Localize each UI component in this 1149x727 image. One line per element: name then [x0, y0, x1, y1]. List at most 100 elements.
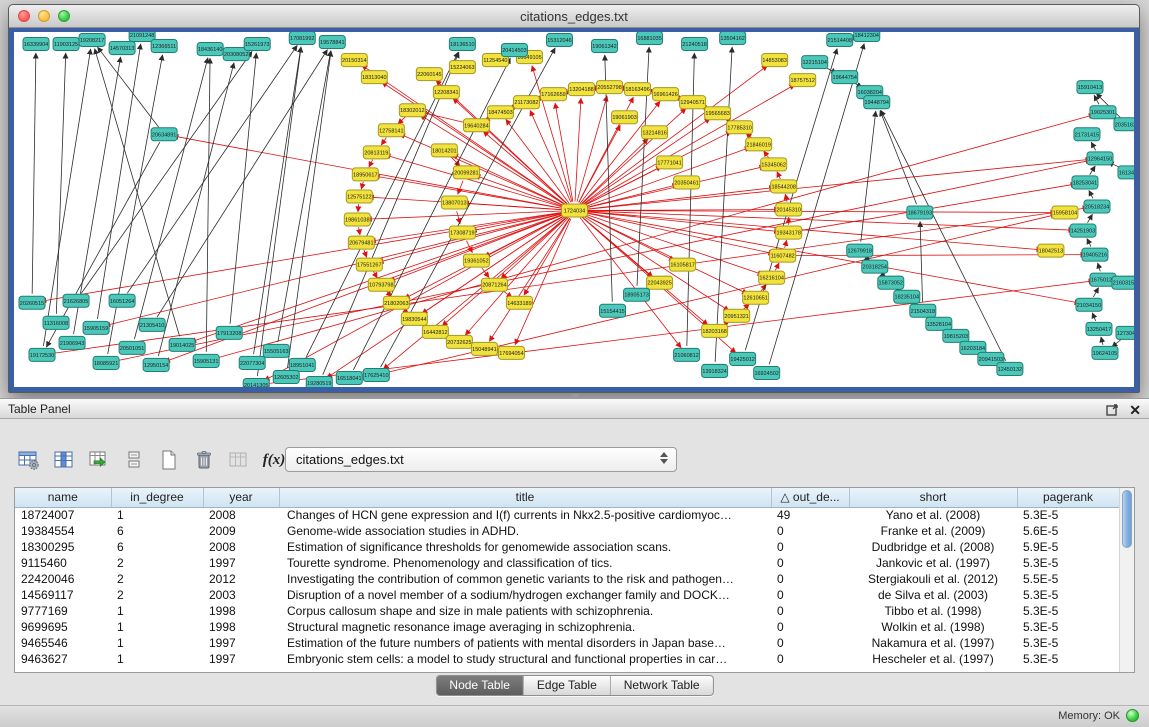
graph-node[interactable]: 15261973 [244, 38, 270, 51]
graph-node[interactable]: 21173082 [513, 96, 539, 109]
graph-node[interactable]: 21034150 [1076, 298, 1102, 311]
table-cell[interactable]: de Silva et al. (2003) [849, 587, 1017, 603]
graph-node[interactable]: 15224063 [449, 61, 475, 74]
table-row[interactable]: 977716911998Corpus callosum shape and si… [15, 603, 1119, 619]
table-cell[interactable]: 0 [771, 587, 849, 603]
graph-node[interactable]: 13918324 [702, 364, 728, 377]
table-cell[interactable]: 0 [771, 523, 849, 539]
graph-node[interactable]: 17081992 [289, 32, 315, 45]
graph-node[interactable]: 18757512 [790, 74, 816, 87]
graph-node[interactable]: 13504162 [720, 32, 746, 45]
graph-node[interactable]: 22060145 [416, 68, 442, 81]
table-cell[interactable]: 0 [771, 619, 849, 635]
graph-node[interactable]: 10793798 [368, 278, 394, 291]
graph-node[interactable]: 21731415 [1074, 128, 1100, 141]
graph-node[interactable]: 15873052 [878, 276, 904, 289]
table-cell[interactable]: Dudbridge et al. (2008) [849, 539, 1017, 555]
network-canvas[interactable]: 1724034183020121275814120813119189506171… [14, 32, 1134, 387]
graph-node[interactable]: 18951041 [289, 358, 315, 371]
table-cell[interactable]: 9463627 [15, 651, 111, 667]
graph-node[interactable]: 20951321 [724, 309, 750, 322]
graph-node[interactable]: 1724034 [561, 204, 587, 217]
graph-node[interactable]: 15905131 [193, 354, 219, 367]
graph-node[interactable]: 11316008 [43, 316, 69, 329]
table-cell[interactable]: 1997 [203, 555, 279, 571]
graph-node[interactable]: 20414503 [501, 44, 527, 57]
graph-node[interactable]: 19425012 [730, 352, 756, 365]
table-cell[interactable]: Investigating the contribution of common… [279, 571, 771, 587]
table-cell[interactable]: Disruption of a novel member of a sodium… [279, 587, 771, 603]
table-cell[interactable]: 2008 [203, 507, 279, 523]
graph-node[interactable]: 19061342 [592, 40, 618, 53]
table-cell[interactable]: 5.3E-5 [1017, 507, 1119, 523]
table-cell[interactable]: 0 [771, 603, 849, 619]
table-cell[interactable]: 14569117 [15, 587, 111, 603]
table-row[interactable]: 1830029562008Estimation of significance … [15, 539, 1119, 555]
graph-node[interactable]: 19361052 [463, 254, 489, 267]
graph-node[interactable]: 19061903 [612, 111, 638, 124]
table-cell[interactable]: 18724007 [15, 507, 111, 523]
tab-edge-table[interactable]: Edge Table [523, 676, 610, 695]
table-cell[interactable]: 1997 [203, 635, 279, 651]
graph-node[interactable]: 14251903 [1070, 224, 1096, 237]
table-cell[interactable]: Tourette syndrome. Phenomenology and cla… [279, 555, 771, 571]
table-cell[interactable]: 2 [111, 571, 203, 587]
table-cell[interactable]: Franke et al. (2009) [849, 523, 1017, 539]
graph-node[interactable]: 20351624 [1114, 118, 1134, 131]
graph-node[interactable]: 16961426 [653, 88, 679, 101]
graph-node[interactable]: 15154415 [600, 304, 626, 317]
table-row[interactable]: 1872400712008Changes of HCN gene express… [15, 507, 1119, 523]
table-row[interactable]: 946362711997Embryonic stem cells: a mode… [15, 651, 1119, 667]
graph-node[interactable]: 18042513 [1038, 244, 1064, 257]
memory-indicator-icon[interactable] [1126, 709, 1139, 722]
table-cell[interactable]: 1 [111, 603, 203, 619]
table-cell[interactable]: 5.3E-5 [1017, 587, 1119, 603]
table-cell[interactable]: 1 [111, 507, 203, 523]
graph-node[interactable]: 18436140 [197, 43, 223, 56]
graph-node[interactable]: 18253041 [1072, 176, 1098, 189]
delete-column-button[interactable] [191, 446, 217, 474]
graph-node[interactable]: 21906943 [59, 336, 85, 349]
table-cell[interactable]: 0 [771, 555, 849, 571]
table-row[interactable]: 911546021997Tourette syndrome. Phenomeno… [15, 555, 1119, 571]
graph-node[interactable]: 14570313 [109, 42, 135, 55]
table-cell[interactable]: Structural magnetic resonance image aver… [279, 619, 771, 635]
graph-node[interactable]: 20099281 [453, 166, 479, 179]
table-cell[interactable]: 6 [111, 523, 203, 539]
graph-node[interactable]: 19172530 [29, 348, 55, 361]
graph-node[interactable]: 19644754 [832, 71, 858, 84]
graph-node[interactable]: 20552798 [597, 81, 623, 94]
column-header[interactable]: △ out_de... [771, 488, 849, 507]
table-cell[interactable]: 2009 [203, 523, 279, 539]
table-cell[interactable]: Jankovic et al. (1997) [849, 555, 1017, 571]
graph-node[interactable]: 19014025 [169, 338, 195, 351]
network-table-select[interactable]: citations_edges.txt [285, 447, 677, 472]
table-disabled-button[interactable] [226, 446, 252, 474]
column-header[interactable]: name [15, 488, 111, 507]
graph-node[interactable]: 20518234 [1084, 200, 1110, 213]
row-options-button[interactable] [121, 446, 147, 474]
graph-node[interactable]: 18950617 [352, 168, 378, 181]
graph-node[interactable]: 22077304 [239, 356, 265, 369]
table-cell[interactable]: 5.3E-5 [1017, 555, 1119, 571]
graph-node[interactable]: 17694054 [498, 346, 524, 359]
graph-node[interactable]: 19815203 [943, 329, 969, 342]
graph-node[interactable]: 20501051 [119, 341, 145, 354]
table-cell[interactable]: 2003 [203, 587, 279, 603]
table-cell[interactable]: Embryonic stem cells: a model to study s… [279, 651, 771, 667]
table-cell[interactable]: 0 [771, 571, 849, 587]
graph-node[interactable]: 19025301 [1090, 106, 1116, 119]
graph-node[interactable]: 16924502 [754, 366, 780, 379]
table-cell[interactable]: Estimation of significance thresholds fo… [279, 539, 771, 555]
minimize-window-button[interactable] [38, 10, 50, 22]
create-column-button[interactable] [156, 446, 182, 474]
table-cell[interactable]: 5.3E-5 [1017, 619, 1119, 635]
graph-node[interactable]: 21060812 [674, 348, 700, 361]
graph-node[interactable]: 19208217 [79, 34, 105, 47]
table-cell[interactable]: 5.3E-5 [1017, 603, 1119, 619]
table-cell[interactable]: 2012 [203, 571, 279, 587]
graph-node[interactable]: 18014201 [431, 144, 457, 157]
table-cell[interactable]: 9465546 [15, 635, 111, 651]
graph-node[interactable]: 19830544 [401, 312, 427, 325]
close-window-button[interactable] [18, 10, 30, 22]
